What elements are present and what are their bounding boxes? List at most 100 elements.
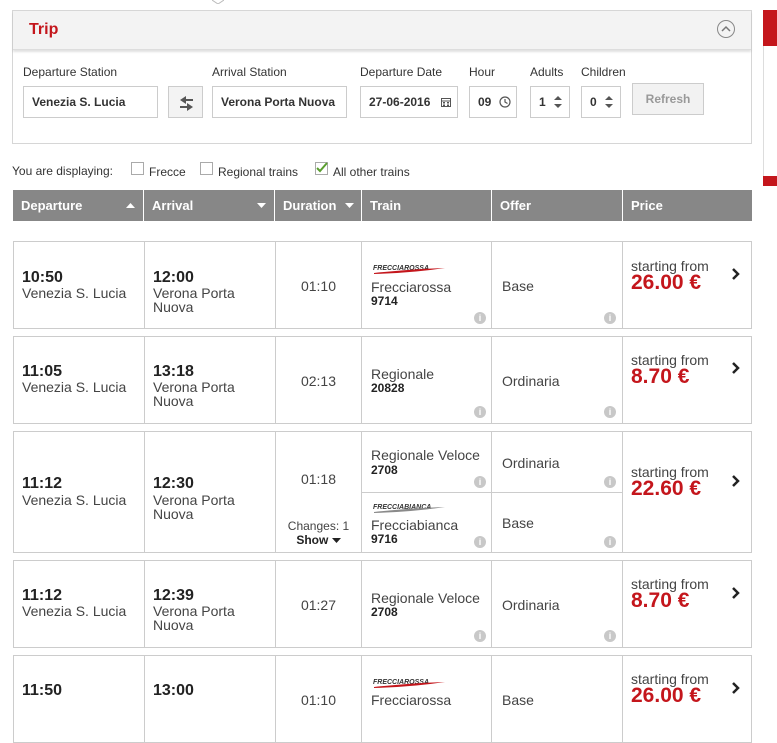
collapse-button[interactable]	[717, 20, 735, 38]
departure-cell: 11:50	[14, 656, 145, 742]
children-select[interactable]: 0	[581, 86, 621, 118]
price-cell[interactable]: starting from 8.70 €	[623, 337, 751, 423]
departure-date-label: Departure Date	[360, 65, 443, 79]
chevron-right-icon[interactable]	[731, 474, 741, 488]
segment-divider	[492, 492, 622, 493]
arrival-station: Nuova	[153, 617, 194, 633]
price-value: 8.70 €	[631, 365, 690, 388]
offer-cell: Ordinaria i Base i	[492, 432, 623, 552]
info-icon[interactable]: i	[604, 476, 616, 488]
table-row[interactable]: 10:50 Venezia S. Lucia 12:00 Verona Port…	[13, 241, 752, 329]
top-caret-icon	[212, 0, 224, 4]
offer-cell: Base	[492, 656, 623, 742]
adults-select[interactable]: 1	[530, 86, 570, 118]
train-cell: Regionale Veloce 2708 i FRECCIABIANCA Fr…	[362, 432, 492, 552]
info-icon[interactable]: i	[474, 312, 486, 324]
arrival-cell: 12:30 Verona Porta Nuova	[145, 432, 276, 552]
show-label: Show	[296, 533, 329, 547]
segment-divider	[362, 492, 491, 493]
train-number: 20828	[371, 381, 405, 395]
duration-cell: 01:10	[276, 656, 362, 742]
sort-asc-icon	[126, 203, 135, 208]
table-row[interactable]: 11:12 Venezia S. Lucia 12:30 Verona Port…	[13, 431, 752, 553]
chevron-right-icon[interactable]	[731, 586, 741, 600]
duration-cell: 01:18 Changes: 1 Show	[276, 432, 362, 552]
price-cell[interactable]: starting from 8.70 €	[623, 561, 751, 647]
arrival-station: Verona Porta	[153, 492, 235, 508]
chevron-right-icon[interactable]	[731, 267, 741, 281]
arrival-station-label: Arrival Station	[212, 65, 287, 79]
offer-cell: Base i	[492, 242, 623, 328]
frecce-checkbox[interactable]	[131, 162, 144, 175]
price-cell[interactable]: starting from 26.00 €	[623, 656, 751, 742]
chevron-up-icon	[721, 25, 731, 32]
chevron-right-icon[interactable]	[731, 361, 741, 375]
trip-panel-header: Trip	[13, 11, 751, 50]
show-changes-link[interactable]: Show	[276, 533, 361, 547]
price-value: 8.70 €	[631, 589, 690, 612]
info-icon[interactable]: i	[474, 536, 486, 548]
other-trains-checkbox[interactable]	[315, 162, 328, 175]
price-value: 26.00 €	[631, 684, 702, 707]
spinner-icon	[554, 96, 562, 108]
regional-trains-label: Regional trains	[218, 165, 299, 179]
info-icon[interactable]: i	[474, 406, 486, 418]
departure-station-label: Departure Station	[23, 65, 118, 79]
arrival-cell: 12:00 Verona Porta Nuova	[145, 242, 276, 328]
duration-cell: 01:27	[276, 561, 362, 647]
train-cell: Regionale Veloce 2708 i	[362, 561, 492, 647]
side-scrollbar[interactable]	[763, 10, 777, 186]
frecce-label: Frecce	[149, 165, 186, 179]
duration-value: 01:27	[300, 597, 337, 613]
table-row[interactable]: 11:05 Venezia S. Lucia 13:18 Verona Port…	[13, 336, 752, 424]
adults-value: 1	[539, 95, 546, 109]
train-name: Frecciarossa	[371, 692, 452, 708]
frecciarossa-logo: FRECCIAROSSA	[373, 265, 445, 274]
other-trains-label: All other trains	[333, 165, 410, 179]
duration-value: 01:10	[300, 278, 337, 294]
arrival-column-header[interactable]: Arrival	[144, 190, 275, 221]
departure-station-input[interactable]: Venezia S. Lucia	[23, 86, 158, 118]
hour-input[interactable]: 09	[469, 86, 517, 118]
regional-trains-checkbox[interactable]	[200, 162, 213, 175]
info-icon[interactable]: i	[604, 536, 616, 548]
arrival-station: Verona Porta	[153, 603, 235, 619]
adults-label: Adults	[530, 65, 564, 79]
duration-column-header[interactable]: Duration	[275, 190, 362, 221]
departure-date-input[interactable]: 27-06-2016	[360, 86, 458, 118]
changes-count: Changes: 1	[287, 519, 350, 533]
train-name: Regionale Veloce	[371, 447, 480, 463]
info-icon[interactable]: i	[604, 312, 616, 324]
offer-column-header: Offer	[492, 190, 623, 221]
refresh-button[interactable]: Refresh	[632, 83, 704, 115]
arrival-station: Nuova	[153, 299, 194, 315]
offer-header-label: Offer	[500, 198, 532, 213]
info-icon[interactable]: i	[474, 630, 486, 642]
arrival-header-label: Arrival	[152, 198, 194, 213]
table-row[interactable]: 11:12 Venezia S. Lucia 12:39 Verona Port…	[13, 560, 752, 648]
checkmark-icon	[316, 162, 328, 173]
frecciarossa-logo: FRECCIAROSSA	[373, 679, 445, 688]
train-cell: FRECCIAROSSA Frecciarossa	[362, 656, 492, 742]
departure-station: Venezia S. Lucia	[22, 285, 127, 301]
arrival-station-input[interactable]: Verona Porta Nuova	[212, 86, 347, 118]
departure-column-header[interactable]: Departure	[13, 190, 144, 221]
departure-header-label: Departure	[21, 198, 83, 213]
clock-icon	[499, 96, 511, 108]
frecciabianca-logo: FRECCIABIANCA	[373, 504, 445, 513]
info-icon[interactable]: i	[604, 406, 616, 418]
info-icon[interactable]: i	[474, 476, 486, 488]
arrival-station: Verona Porta	[153, 285, 235, 301]
children-value: 0	[590, 95, 597, 109]
price-column-header: Price	[623, 190, 752, 221]
offer-cell: Ordinaria i	[492, 337, 623, 423]
swap-stations-button[interactable]	[168, 86, 203, 118]
price-cell[interactable]: starting from 22.60 €	[623, 432, 751, 552]
table-row[interactable]: 11:50 13:00 01:10 FRECCIAROSSA Frecciaro…	[13, 655, 752, 743]
info-icon[interactable]: i	[604, 630, 616, 642]
departure-station: Venezia S. Lucia	[22, 379, 127, 395]
price-cell[interactable]: starting from 26.00 €	[623, 242, 751, 328]
chevron-right-icon[interactable]	[731, 681, 741, 695]
train-name: Frecciarossa	[371, 279, 452, 295]
duration-value: 01:10	[300, 692, 337, 708]
